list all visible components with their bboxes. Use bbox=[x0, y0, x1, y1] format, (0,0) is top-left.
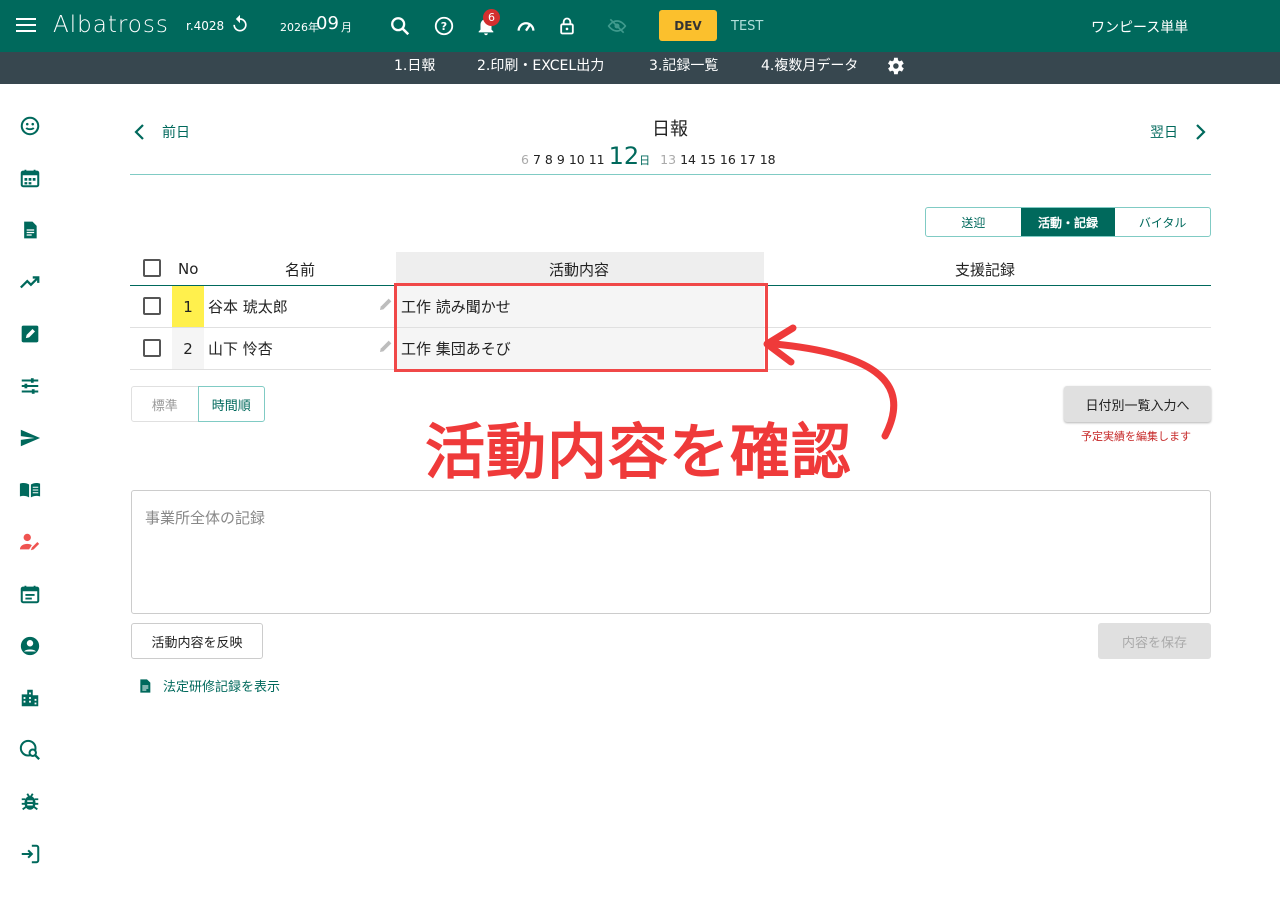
app-header: Albatross r.4028 2026年 09 月 ? 6 DEV TEST… bbox=[0, 0, 1280, 52]
date-link[interactable]: 7 bbox=[533, 152, 541, 167]
select-all-checkbox[interactable] bbox=[143, 259, 161, 277]
training-record-label: 法定研修記録を表示 bbox=[163, 680, 281, 695]
speed-icon[interactable] bbox=[514, 14, 538, 38]
month-suffix: 月 bbox=[341, 21, 352, 34]
date-link[interactable]: 11 bbox=[589, 152, 605, 167]
date-link[interactable]: 6 bbox=[521, 152, 529, 167]
building-icon[interactable] bbox=[18, 686, 42, 710]
trending-up-icon[interactable] bbox=[18, 270, 42, 294]
prev-day-link[interactable]: 前日 bbox=[132, 122, 190, 142]
month-label[interactable]: 09 bbox=[316, 13, 339, 34]
date-link[interactable]: 15 bbox=[700, 152, 716, 167]
date-link[interactable]: 14 bbox=[680, 152, 696, 167]
sub-navigation: 1.日報 2.印刷・EXCEL出力 3.記録一覧 4.複数月データ bbox=[0, 52, 1280, 84]
help-icon[interactable]: ? bbox=[432, 14, 456, 38]
person-edit-icon[interactable] bbox=[18, 530, 42, 554]
reflect-activity-button[interactable]: 活動内容を反映 bbox=[131, 623, 263, 659]
save-button[interactable]: 内容を保存 bbox=[1098, 623, 1211, 659]
date-link[interactable]: 18 bbox=[760, 152, 776, 167]
header-name: 名前 bbox=[285, 260, 316, 279]
row-number: 1 bbox=[172, 286, 204, 327]
next-day-link[interactable]: 翌日 bbox=[1150, 122, 1208, 142]
send-icon[interactable] bbox=[18, 426, 42, 450]
calendar-icon[interactable] bbox=[18, 166, 42, 190]
version-label: r.4028 bbox=[186, 19, 225, 33]
svg-text:?: ? bbox=[441, 20, 447, 33]
sort-standard[interactable]: 標準 bbox=[131, 386, 199, 422]
toggle-transport[interactable]: 送迎 bbox=[926, 208, 1021, 236]
pencil-icon[interactable] bbox=[378, 296, 394, 316]
date-link[interactable]: 9 bbox=[557, 152, 565, 167]
facility-name[interactable]: ワンピース単単 bbox=[1091, 17, 1188, 37]
prev-day-label: 前日 bbox=[162, 125, 190, 141]
tab-print-excel[interactable]: 2.印刷・EXCEL出力 bbox=[477, 55, 604, 75]
current-date: 12 bbox=[608, 142, 640, 170]
bug-icon[interactable] bbox=[18, 790, 42, 814]
highlight-box bbox=[394, 283, 768, 372]
sort-by-time[interactable]: 時間順 bbox=[197, 386, 265, 422]
row-name[interactable]: 谷本 琥太郎 bbox=[208, 296, 288, 317]
date-link[interactable]: 16 bbox=[720, 152, 736, 167]
divider bbox=[130, 174, 1211, 175]
document-icon[interactable] bbox=[18, 218, 42, 242]
next-day-label: 翌日 bbox=[1150, 125, 1178, 141]
header-support-record: 支援記録 bbox=[955, 260, 1016, 279]
travel-explore-icon[interactable] bbox=[18, 738, 42, 762]
office-record-textarea[interactable] bbox=[131, 490, 1211, 614]
pencil-icon[interactable] bbox=[378, 338, 394, 358]
year-label[interactable]: 2026年 bbox=[280, 19, 319, 35]
refresh-icon[interactable] bbox=[230, 14, 250, 39]
date-list-input-button[interactable]: 日付別一覧入力へ bbox=[1064, 386, 1211, 422]
document-icon bbox=[140, 678, 151, 693]
date-link[interactable]: 10 bbox=[569, 152, 585, 167]
sort-toggle: 標準 時間順 bbox=[131, 386, 265, 422]
notification-badge: 6 bbox=[483, 9, 500, 26]
search-icon[interactable] bbox=[388, 14, 412, 38]
date-link[interactable]: 17 bbox=[740, 152, 756, 167]
view-toggle: 送迎 活動・記録 バイタル bbox=[925, 207, 1211, 237]
row-checkbox[interactable] bbox=[143, 339, 161, 357]
tab-record-list[interactable]: 3.記録一覧 bbox=[649, 55, 718, 75]
office-record-placeholder: 事業所全体の記録 bbox=[145, 509, 266, 527]
book-icon[interactable] bbox=[18, 478, 42, 502]
toggle-activity-record[interactable]: 活動・記録 bbox=[1020, 208, 1116, 236]
tab-multi-month[interactable]: 4.複数月データ bbox=[761, 55, 858, 75]
smile-icon[interactable] bbox=[18, 114, 42, 138]
edit-square-icon[interactable] bbox=[18, 322, 42, 346]
row-checkbox[interactable] bbox=[143, 297, 161, 315]
date-link[interactable]: 13 bbox=[660, 152, 676, 167]
lock-icon[interactable] bbox=[555, 14, 579, 38]
row-number: 2 bbox=[172, 328, 204, 369]
bulk-note: 予定実績を編集します bbox=[1081, 430, 1191, 443]
chevron-right-icon bbox=[1196, 124, 1206, 140]
account-circle-icon[interactable] bbox=[18, 634, 42, 658]
header-activity: 活動内容 bbox=[549, 260, 610, 279]
env-badge[interactable]: DEV bbox=[659, 10, 717, 41]
date-link[interactable]: 8 bbox=[545, 152, 553, 167]
header-no: No bbox=[178, 260, 199, 278]
logout-icon[interactable] bbox=[18, 842, 42, 866]
chevron-left-icon bbox=[134, 124, 144, 140]
current-date-suffix: 日 bbox=[639, 154, 651, 167]
env-label: TEST bbox=[731, 19, 764, 34]
toggle-vital[interactable]: バイタル bbox=[1115, 208, 1210, 236]
app-logo[interactable]: Albatross bbox=[53, 12, 169, 38]
row-name[interactable]: 山下 怜杏 bbox=[208, 338, 273, 359]
event-note-icon[interactable] bbox=[18, 582, 42, 606]
date-strip: 6 7 8 9 10 11 12日 13 14 15 16 17 18 bbox=[521, 142, 780, 170]
settings-gear-icon[interactable] bbox=[884, 55, 906, 81]
page-title: 日報 bbox=[652, 119, 688, 140]
annotation-callout: 活動内容を確認 bbox=[425, 418, 852, 488]
visibility-off-icon[interactable] bbox=[605, 14, 629, 38]
training-record-link[interactable]: 法定研修記録を表示 bbox=[137, 676, 280, 695]
tab-daily-report[interactable]: 1.日報 bbox=[394, 55, 435, 75]
tune-icon[interactable] bbox=[18, 374, 42, 398]
menu-icon[interactable] bbox=[16, 15, 36, 35]
